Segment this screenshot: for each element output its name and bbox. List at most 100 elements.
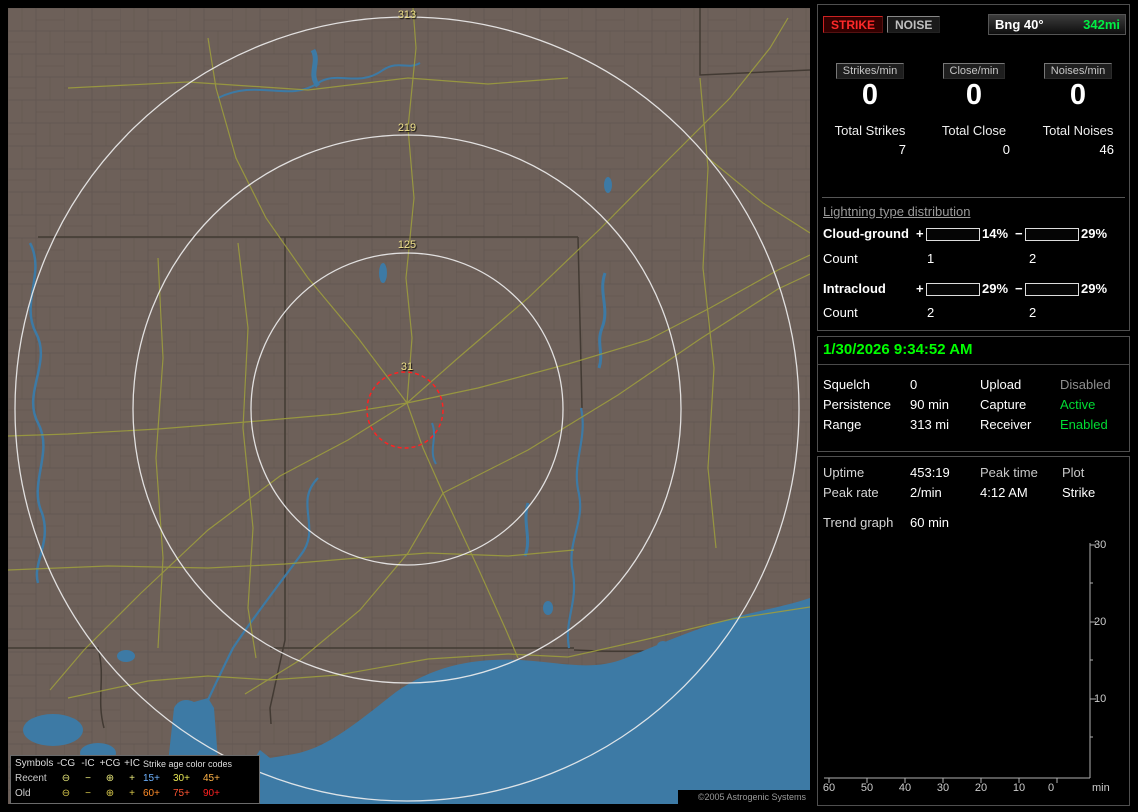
bearing-display: Bng 40° 342mi: [988, 14, 1126, 35]
persistence-label: Persistence: [823, 397, 891, 412]
upload-label: Upload: [980, 377, 1022, 392]
trend-unit-label: min: [1092, 782, 1110, 794]
age-60: 60+: [143, 788, 160, 799]
uptime-label: Uptime: [823, 465, 865, 480]
section-divider: [822, 197, 1125, 198]
squelch-label: Squelch: [823, 377, 870, 392]
trend-graph-axes: [824, 543, 1096, 783]
receiver-status: Enabled: [1060, 417, 1108, 432]
ic-minus-count: 2: [1029, 305, 1037, 320]
noise-mode-button[interactable]: NOISE: [887, 16, 941, 33]
map-legend: Symbols -CG -IC +CG +IC Strike age color…: [10, 755, 260, 804]
strikes-counter-column: Strikes/min 0 Total Strikes 7: [818, 61, 922, 157]
legend-row-label: Recent: [15, 773, 47, 784]
cg-minus-count: 2: [1029, 251, 1037, 266]
total-noises-value: 46: [1099, 142, 1114, 157]
neg-cg-symbol-icon: ⊖: [61, 788, 71, 799]
ic-minus-percent: 29%: [1081, 281, 1108, 296]
ring-label-125: 125: [397, 239, 417, 251]
app-window: 313 219 125 31 Symbols -CG -IC +CG +IC S…: [0, 0, 1138, 812]
pos-cg-symbol-icon: ⊕: [105, 773, 115, 784]
cg-plus-percent: 14%: [982, 226, 1009, 241]
ic-minus-bar: [1025, 283, 1079, 296]
squelch-value: 0: [910, 377, 918, 392]
ring-label-219: 219: [397, 122, 417, 134]
capture-label: Capture: [980, 397, 1027, 412]
legend-recent-row: Recent ⊖ − ⊕ + 15+ 30+ 45+: [11, 771, 259, 786]
minus-sign: −: [1015, 281, 1023, 296]
strikes-per-min-button[interactable]: Strikes/min: [835, 63, 905, 79]
legend-old-row: Old ⊖ − ⊕ + 60+ 75+ 90+: [11, 786, 259, 801]
ic-plus-percent: 29%: [982, 281, 1009, 296]
neg-ic-symbol-icon: −: [85, 773, 91, 784]
total-strikes-label: Total Strikes: [834, 123, 906, 138]
peak-rate-label: Peak rate: [823, 485, 879, 500]
status-box: 1/30/2026 9:34:52 AM Squelch 0 Upload Di…: [817, 336, 1130, 452]
pos-cg-symbol-icon: ⊕: [105, 788, 115, 799]
trend-graph-label: Trend graph: [823, 515, 894, 530]
count-label: Count: [823, 251, 858, 266]
range-value: 313 mi: [910, 417, 950, 432]
bearing-label: Bng 40°: [995, 17, 1044, 32]
trend-graph: 30 20 10 60 50 40 30 20 10 0 min: [820, 537, 1129, 803]
age-15: 15+: [143, 773, 160, 784]
legend-header-row: Symbols -CG -IC +CG +IC Strike age color…: [11, 756, 259, 771]
trend-x-tick: 20: [974, 782, 988, 794]
close-per-min-button[interactable]: Close/min: [942, 63, 1006, 79]
receiver-label: Receiver: [980, 417, 1032, 432]
trend-x-tick: 0: [1047, 782, 1055, 794]
ring-label-31: 31: [400, 361, 414, 373]
legend-col-pos-cg: +CG: [99, 758, 121, 769]
stats-box: Uptime 453:19 Peak time Plot Peak rate 2…: [817, 456, 1130, 806]
ic-plus-count: 2: [927, 305, 935, 320]
count-label: Count: [823, 305, 858, 320]
age-90: 90+: [203, 788, 220, 799]
age-75: 75+: [173, 788, 190, 799]
legend-col-neg-ic: -IC: [81, 758, 95, 769]
intracloud-label: Intracloud: [823, 281, 886, 296]
total-strikes-value: 7: [898, 142, 906, 157]
close-counter-column: Close/min 0 Total Close 0: [922, 61, 1026, 157]
trend-y-tick: 10: [1094, 693, 1107, 705]
bearing-range-value: 342mi: [1083, 17, 1120, 32]
total-close-label: Total Close: [941, 123, 1007, 138]
copyright-notice: ©2005 Astrogenic Systems: [678, 790, 810, 804]
cg-plus-count: 1: [927, 251, 935, 266]
cg-plus-bar: [926, 228, 980, 241]
legend-age-header: Strike age color codes: [143, 758, 233, 769]
counters-box: STRIKE NOISE Bng 40° 342mi Strikes/min 0…: [817, 4, 1130, 331]
cg-minus-percent: 29%: [1081, 226, 1108, 241]
ring-label-313: 313: [397, 9, 417, 21]
uptime-value: 453:19: [910, 465, 950, 480]
trend-y-tick: 30: [1094, 539, 1107, 551]
datetime-display: 1/30/2026 9:34:52 AM: [823, 341, 973, 358]
legend-row-label: Old: [15, 788, 31, 799]
noises-per-min-value: 0: [1069, 79, 1087, 111]
noises-per-min-button[interactable]: Noises/min: [1043, 63, 1113, 79]
peak-time-label: Peak time: [980, 465, 1038, 480]
legend-col-pos-ic: +IC: [124, 758, 140, 769]
plot-value: Strike: [1062, 485, 1096, 500]
strikes-per-min-value: 0: [861, 79, 879, 111]
side-panel: STRIKE NOISE Bng 40° 342mi Strikes/min 0…: [815, 0, 1135, 812]
cloud-ground-label: Cloud-ground: [823, 226, 909, 241]
plus-sign: +: [916, 281, 924, 296]
legend-symbols-header: Symbols: [15, 758, 54, 769]
pos-ic-symbol-icon: +: [129, 773, 135, 784]
strike-mode-button[interactable]: STRIKE: [823, 16, 884, 33]
trend-y-tick: 20: [1094, 616, 1107, 628]
neg-cg-symbol-icon: ⊖: [61, 773, 71, 784]
neg-ic-symbol-icon: −: [85, 788, 91, 799]
peak-rate-value: 2/min: [910, 485, 942, 500]
lightning-map[interactable]: 313 219 125 31 Symbols -CG -IC +CG +IC S…: [8, 8, 810, 804]
datetime-separator: [818, 364, 1129, 365]
capture-status: Active: [1060, 397, 1096, 412]
age-45: 45+: [203, 773, 220, 784]
cloud-ground-row: Cloud-ground + 14% − 29%: [818, 226, 1129, 241]
trend-graph-value: 60 min: [910, 515, 950, 530]
peak-time-value: 4:12 AM: [980, 485, 1028, 500]
trend-x-tick: 30: [936, 782, 950, 794]
close-per-min-value: 0: [965, 79, 983, 111]
age-30: 30+: [173, 773, 190, 784]
distribution-title: Lightning type distribution: [823, 204, 971, 219]
